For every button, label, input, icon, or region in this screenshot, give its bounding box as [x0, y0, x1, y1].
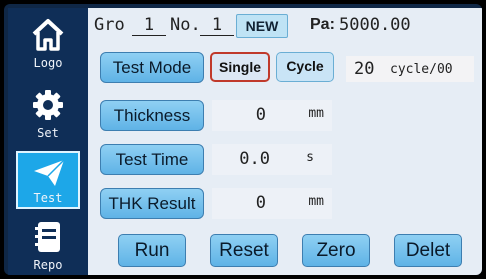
sidebar-item-repo[interactable]: Repo — [16, 216, 80, 274]
thk-result-value: 0 — [255, 193, 266, 213]
single-mode-button[interactable]: Single — [210, 52, 270, 82]
sidebar-item-label: Test — [33, 191, 63, 205]
main-panel: Gro 1 No. 1 NEW Pa: 5000.00 Test Mode Si… — [88, 8, 482, 275]
thickness-value: 0 — [255, 105, 266, 125]
paper-plane-icon — [34, 159, 65, 186]
pressure-label: Pa: — [310, 16, 335, 33]
zero-button[interactable]: Zero — [302, 234, 370, 267]
test-time-field: 0.0 s — [212, 144, 332, 175]
sidebar-item-test[interactable]: Test — [16, 151, 80, 209]
number-label: No. — [170, 15, 201, 35]
sidebar-item-logo[interactable]: Logo — [16, 14, 80, 72]
new-button[interactable]: NEW — [236, 14, 288, 38]
gear-icon — [33, 90, 63, 120]
thk-result-button[interactable]: THK Result — [100, 188, 204, 219]
number-value[interactable]: 1 — [200, 15, 234, 36]
reset-button[interactable]: Reset — [210, 234, 278, 267]
thickness-unit: mm — [308, 106, 324, 121]
cycle-count: 20 — [354, 59, 375, 79]
sidebar: Logo Set Test Repo — [8, 8, 88, 275]
pressure-value: 5000.00 — [339, 15, 411, 35]
test-mode-button[interactable]: Test Mode — [100, 52, 204, 83]
thickness-field: 0 mm — [212, 100, 332, 131]
group-label: Gro — [94, 15, 125, 35]
sidebar-item-label: Set — [37, 126, 59, 140]
sidebar-item-label: Logo — [33, 56, 63, 70]
sidebar-item-set[interactable]: Set — [16, 84, 80, 142]
test-time-unit: s — [306, 150, 314, 165]
test-time-button[interactable]: Test Time — [100, 144, 204, 175]
cycle-unit: cycle/00 — [390, 62, 453, 77]
thk-result-field: 0 mm — [212, 188, 332, 219]
cycle-mode-button[interactable]: Cycle — [276, 52, 334, 82]
thickness-button[interactable]: Thickness — [100, 100, 204, 131]
thk-result-unit: mm — [308, 194, 324, 209]
test-time-value: 0.0 — [239, 149, 270, 169]
sidebar-item-label: Repo — [33, 258, 63, 272]
delete-button[interactable]: Delet — [394, 234, 462, 267]
device-screen: Logo Set Test Repo Gro 1 No. 1 NEW Pa: 5… — [4, 4, 482, 275]
notebook-icon — [35, 222, 60, 252]
group-value[interactable]: 1 — [132, 15, 166, 36]
cycle-counter[interactable]: 20 cycle/00 — [346, 56, 474, 82]
home-icon — [32, 19, 64, 51]
run-button[interactable]: Run — [118, 234, 186, 267]
header: Gro 1 No. 1 NEW Pa: 5000.00 — [88, 8, 482, 42]
